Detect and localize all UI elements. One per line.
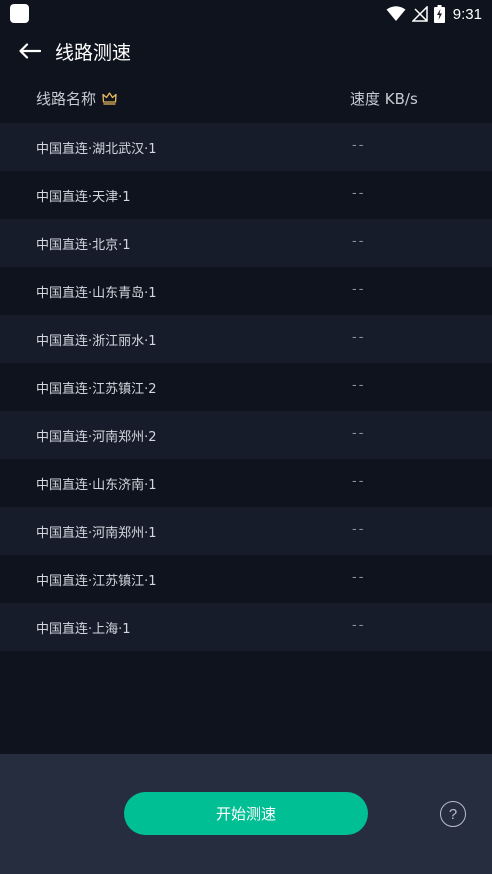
row-speed: --	[352, 570, 366, 585]
wifi-icon	[386, 6, 406, 21]
row-name: 中国直连·江苏镇江·2	[36, 382, 157, 397]
table-header: 线路名称 速度 KB/s	[0, 74, 492, 123]
row-speed: --	[352, 378, 366, 393]
table-row[interactable]: 中国直连·河南郑州·1 --	[0, 507, 492, 555]
arrow-left-icon	[19, 43, 41, 59]
signal-icon	[411, 6, 428, 22]
start-test-button[interactable]: 开始测速	[124, 792, 368, 835]
page-title: 线路测速	[55, 41, 132, 64]
status-icons: 9:31	[386, 3, 482, 25]
row-speed: --	[352, 330, 366, 345]
row-name: 中国直连·河南郑州·2	[36, 430, 157, 445]
table-row[interactable]: 中国直连·江苏镇江·1 --	[0, 555, 492, 603]
row-speed: --	[352, 282, 366, 297]
table-row[interactable]: 中国直连·湖北武汉·1 --	[0, 123, 492, 171]
row-name: 中国直连·山东济南·1	[36, 478, 157, 493]
bottom-bar: 开始测速 ?	[0, 754, 492, 874]
row-speed: --	[352, 522, 366, 537]
help-icon[interactable]: ?	[440, 801, 466, 827]
battery-charging-icon	[433, 5, 445, 23]
status-bar: 9:31	[0, 0, 492, 28]
row-name: 中国直连·天津·1	[36, 190, 131, 205]
table-row[interactable]: 中国直连·江苏镇江·2 --	[0, 363, 492, 411]
table-row[interactable]: 中国直连·上海·1 --	[0, 603, 492, 651]
row-speed: --	[352, 186, 366, 201]
table-row[interactable]: 中国直连·浙江丽水·1 --	[0, 315, 492, 363]
column-header-name: 线路名称	[36, 88, 117, 109]
back-button[interactable]	[10, 31, 50, 71]
row-name: 中国直连·江苏镇江·1	[36, 574, 157, 589]
crown-icon	[102, 92, 117, 105]
table-row[interactable]: 中国直连·北京·1 --	[0, 219, 492, 267]
column-header-name-label: 线路名称	[36, 90, 97, 108]
row-speed: --	[352, 138, 366, 153]
server-list: 中国直连·湖北武汉·1 -- 中国直连·天津·1 -- 中国直连·北京·1 -- 中国…	[0, 123, 492, 651]
row-speed: --	[352, 426, 366, 441]
table-row[interactable]: 中国直连·天津·1 --	[0, 171, 492, 219]
row-name: 中国直连·浙江丽水·1	[36, 334, 157, 349]
table-row[interactable]: 中国直连·河南郑州·2 --	[0, 411, 492, 459]
clock: 9:31	[452, 5, 482, 23]
row-name: 中国直连·上海·1	[36, 622, 131, 637]
row-speed: --	[352, 474, 366, 489]
row-name: 中国直连·河南郑州·1	[36, 526, 157, 541]
app-notification-icon	[10, 4, 29, 23]
row-speed: --	[352, 234, 366, 249]
row-name: 中国直连·山东青岛·1	[36, 286, 157, 301]
table-row[interactable]: 中国直连·山东济南·1 --	[0, 459, 492, 507]
row-name: 中国直连·北京·1	[36, 238, 131, 253]
row-name: 中国直连·湖北武汉·1	[36, 142, 157, 157]
table-row[interactable]: 中国直连·山东青岛·1 --	[0, 267, 492, 315]
row-speed: --	[352, 618, 366, 633]
column-header-speed: 速度 KB/s	[350, 90, 418, 108]
app-bar: 线路测速	[0, 28, 492, 74]
